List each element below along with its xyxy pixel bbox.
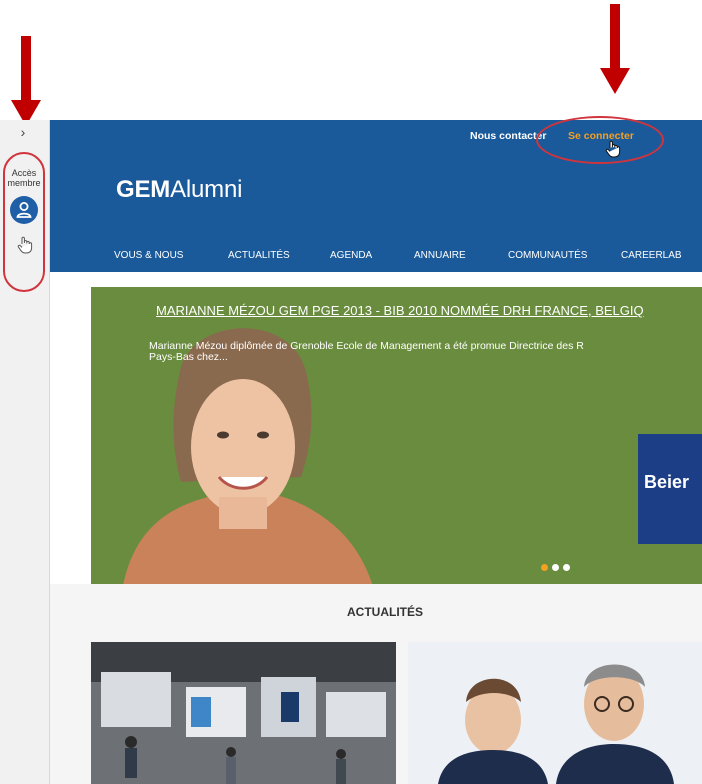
hero-carousel[interactable]: MARIANNE MÉZOU GEM PGE 2013 - BIB 2010 N… bbox=[91, 287, 702, 584]
news-section-title: ACTUALITÉS bbox=[347, 605, 423, 619]
annotation-oval-sidebar bbox=[3, 152, 45, 292]
annotation-oval-login bbox=[536, 116, 664, 164]
menu-item-actualites[interactable]: ACTUALITÉS bbox=[228, 250, 290, 261]
annotation-arrow-top bbox=[600, 4, 630, 98]
chevron-right-icon[interactable]: › bbox=[0, 124, 46, 140]
news-card-2-image[interactable] bbox=[408, 642, 702, 784]
news-card-1-image[interactable] bbox=[91, 642, 396, 784]
hero-title-link[interactable]: MARIANNE MÉZOU GEM PGE 2013 - BIB 2010 N… bbox=[156, 303, 644, 318]
hand-cursor-icon bbox=[603, 139, 623, 159]
beier-logo: Beier bbox=[638, 434, 702, 544]
menu-item-agenda[interactable]: AGENDA bbox=[330, 250, 372, 261]
carousel-dot-1[interactable] bbox=[541, 564, 548, 571]
contact-link[interactable]: Nous contacter bbox=[470, 130, 546, 142]
carousel-dot-3[interactable] bbox=[563, 564, 570, 571]
menu-item-annuaire[interactable]: ANNUAIRE bbox=[414, 250, 466, 261]
top-whitespace bbox=[0, 0, 702, 120]
annotation-arrow-left bbox=[11, 36, 41, 130]
hero-portrait bbox=[101, 327, 401, 584]
hero-description: Marianne Mézou diplômée de Grenoble Ecol… bbox=[149, 340, 584, 363]
menu-item-communautes[interactable]: COMMUNAUTÉS bbox=[508, 250, 587, 261]
site-header: Nous contacter Se connecter GEMAlumni VO… bbox=[50, 116, 702, 272]
menu-item-vous-nous[interactable]: VOUS & NOUS bbox=[114, 250, 183, 261]
gem-alumni-logo[interactable]: GEMAlumni bbox=[116, 176, 242, 204]
menu-item-careerlab[interactable]: CAREERLAB bbox=[621, 250, 682, 261]
carousel-dot-2[interactable] bbox=[552, 564, 559, 571]
